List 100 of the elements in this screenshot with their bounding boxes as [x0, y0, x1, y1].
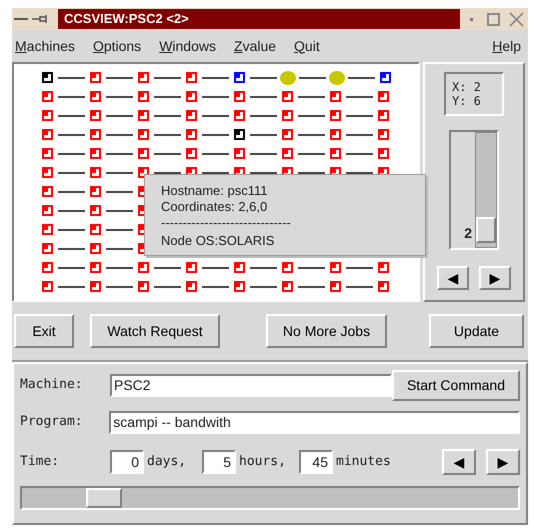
menu-item[interactable]: Zvalue [234, 36, 276, 56]
node-icon[interactable] [282, 148, 293, 159]
watch-request-button[interactable]: Watch Request [90, 314, 220, 348]
z-slider-track[interactable] [475, 132, 497, 248]
node-icon[interactable] [138, 72, 149, 83]
node-icon[interactable] [234, 110, 245, 121]
menu-item[interactable]: Windows [159, 36, 216, 56]
node-icon[interactable] [282, 262, 293, 273]
node-icon[interactable] [138, 110, 149, 121]
node-icon[interactable] [234, 262, 245, 273]
node-icon[interactable] [42, 129, 53, 140]
node-icon[interactable] [90, 72, 101, 83]
node-icon[interactable] [234, 281, 245, 292]
node-icon[interactable] [234, 129, 245, 140]
node-icon[interactable] [282, 281, 293, 292]
node-icon[interactable] [90, 148, 101, 159]
node-icon[interactable] [186, 110, 197, 121]
node-icon[interactable] [138, 262, 149, 273]
node-icon[interactable] [234, 91, 245, 102]
arrow-button[interactable]: ◀ [437, 266, 469, 290]
node-icon[interactable] [90, 281, 101, 292]
node-icon[interactable] [90, 186, 101, 197]
node-icon[interactable] [330, 129, 341, 140]
node-icon[interactable] [330, 281, 341, 292]
field-label: Time: [20, 453, 60, 472]
node-icon[interactable] [378, 91, 389, 102]
node-icon[interactable] [330, 148, 341, 159]
node-icon[interactable] [378, 110, 389, 121]
node-icon[interactable] [330, 91, 341, 102]
node-icon[interactable] [234, 72, 245, 83]
close-icon[interactable] [509, 12, 524, 26]
node-icon[interactable] [282, 129, 293, 140]
node-icon[interactable] [42, 186, 53, 197]
coordinate-text: Y: 6 [452, 94, 482, 108]
node-icon[interactable] [282, 91, 293, 102]
menu-item[interactable]: Help [492, 36, 521, 56]
menu-item[interactable]: Options [92, 36, 142, 56]
node-icon[interactable] [42, 72, 53, 83]
z-slider-thumb[interactable] [476, 217, 496, 244]
arrow-button[interactable]: ▶ [486, 449, 520, 475]
exit-button[interactable]: Exit [14, 314, 74, 348]
node-icon[interactable] [138, 281, 149, 292]
node-icon[interactable] [42, 243, 53, 254]
node-icon[interactable] [282, 110, 293, 121]
node-icon[interactable] [42, 91, 53, 102]
node-icon[interactable] [234, 148, 245, 159]
node-icon[interactable] [186, 72, 197, 83]
node-icon[interactable] [138, 91, 149, 102]
node-icon[interactable] [42, 205, 53, 216]
unit-label: days, [147, 453, 188, 472]
node-icon[interactable] [42, 148, 53, 159]
time-slider-track[interactable] [20, 486, 520, 510]
node-circle-icon[interactable] [329, 70, 345, 84]
node-icon[interactable] [90, 91, 101, 102]
time-slider-thumb[interactable] [86, 488, 122, 508]
tooltip-text: Hostname: psc111 [161, 183, 268, 199]
program-field[interactable]: scampi -- bandwith [109, 410, 520, 434]
menu-item[interactable]: Quit [294, 36, 320, 56]
days-field[interactable]: 0 [110, 450, 144, 474]
node-icon[interactable] [378, 129, 389, 140]
machine-field[interactable]: PSC2 [110, 374, 392, 396]
node-icon[interactable] [186, 91, 197, 102]
node-icon[interactable] [138, 129, 149, 140]
update-button[interactable]: Update [429, 314, 524, 348]
menu-item[interactable]: Machines [15, 36, 75, 56]
minimize-icon[interactable] [470, 18, 473, 20]
node-icon[interactable] [90, 110, 101, 121]
node-icon[interactable] [90, 262, 101, 273]
start-command-button[interactable]: Start Command [392, 370, 520, 400]
node-icon[interactable] [90, 205, 101, 216]
node-icon[interactable] [42, 167, 53, 178]
node-icon[interactable] [90, 224, 101, 235]
maximize-icon[interactable] [487, 12, 500, 26]
hours-field[interactable]: 5 [202, 450, 236, 474]
node-icon[interactable] [42, 110, 53, 121]
node-icon[interactable] [378, 148, 389, 159]
node-icon[interactable] [42, 262, 53, 273]
node-icon[interactable] [186, 281, 197, 292]
node-icon[interactable] [186, 148, 197, 159]
node-icon[interactable] [90, 243, 101, 254]
node-icon[interactable] [42, 224, 53, 235]
arrow-button[interactable]: ▶ [479, 266, 511, 290]
node-circle-icon[interactable] [280, 70, 296, 84]
field-label: Program: [20, 413, 84, 432]
node-icon[interactable] [186, 262, 197, 273]
pin-icon[interactable] [32, 14, 50, 24]
node-icon[interactable] [330, 110, 341, 121]
node-icon[interactable] [42, 281, 53, 292]
arrow-button[interactable]: ◀ [442, 449, 476, 475]
node-icon[interactable] [138, 148, 149, 159]
node-icon[interactable] [186, 129, 197, 140]
node-icon[interactable] [378, 281, 389, 292]
minutes-field[interactable]: 45 [299, 450, 333, 474]
node-icon[interactable] [378, 262, 389, 273]
node-icon[interactable] [330, 262, 341, 273]
node-icon[interactable] [90, 167, 101, 178]
no-more-jobs-button[interactable]: No More Jobs [266, 314, 387, 348]
node-icon[interactable] [90, 129, 101, 140]
node-icon[interactable] [138, 167, 149, 178]
node-icon[interactable] [380, 72, 391, 83]
